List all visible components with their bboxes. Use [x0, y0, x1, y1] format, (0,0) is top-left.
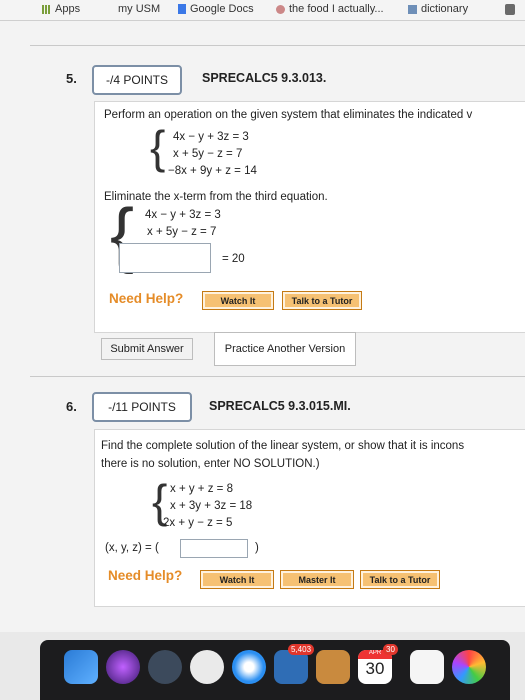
question-number: 5.: [66, 71, 77, 86]
answer-label: (x, y, z) = (: [105, 542, 159, 554]
equation: 4x − y + 3z = 3: [173, 131, 249, 143]
equation: x + 5y − z = 7: [147, 226, 217, 238]
dictionary-icon: [408, 4, 417, 14]
equation: x + 3y + 3z = 18: [170, 500, 253, 512]
finder-icon[interactable]: [64, 650, 98, 684]
need-help-label: Need Help?: [109, 291, 184, 306]
mail-icon[interactable]: [274, 650, 308, 684]
question-code: SPRECALC5 9.3.015.MI.: [209, 399, 351, 413]
question-number: 6.: [66, 399, 77, 414]
points-badge: -/11 POINTS: [92, 392, 192, 422]
bookmark-apps-label: Apps: [55, 3, 81, 15]
bookmark-dictionary-label: dictionary: [421, 3, 469, 15]
calendar-badge: 30: [383, 644, 398, 655]
divider: [30, 376, 525, 377]
photos-icon[interactable]: [452, 650, 486, 684]
watch-it-button[interactable]: Watch It: [200, 570, 274, 589]
page-content: 5. -/4 POINTS SPRECALC5 9.3.013. Perform…: [0, 21, 525, 632]
bookmark-google-docs[interactable]: Google Docs: [178, 3, 254, 15]
mail-badge: 5,403: [288, 644, 315, 655]
talk-to-tutor-button[interactable]: Talk to a Tutor: [282, 291, 362, 310]
launchpad-icon[interactable]: [148, 650, 182, 684]
points-badge: -/4 POINTS: [92, 65, 182, 95]
question-prompt-continued: there is no solution, enter NO SOLUTION.…: [101, 458, 320, 470]
submit-answer-button[interactable]: Submit Answer: [101, 338, 193, 360]
equation: 4x − y + 3z = 3: [145, 209, 221, 221]
equation: −8x + 9y + z = 14: [168, 165, 257, 177]
equation: x + y + z = 8: [170, 483, 233, 495]
reading-list-icon[interactable]: [505, 4, 515, 15]
watch-it-button[interactable]: Watch It: [202, 291, 274, 310]
question-prompt: Perform an operation on the given system…: [104, 109, 473, 121]
equation: 2x + y − z = 5: [163, 517, 233, 529]
bookmark-google-docs-label: Google Docs: [190, 3, 254, 15]
site-favicon-icon: [276, 4, 285, 14]
safari-icon[interactable]: [232, 650, 266, 684]
bookmarks-bar: Apps my USM Google Docs the food I actua…: [0, 0, 525, 21]
bookmark-food-label: the food I actually...: [289, 3, 384, 15]
divider: [30, 45, 525, 46]
bookmark-food[interactable]: the food I actually...: [276, 3, 384, 15]
instruction-text: Eliminate the x-term from the third equa…: [104, 191, 328, 203]
calendar-day: 30: [365, 659, 385, 678]
system-brace: {: [150, 121, 166, 173]
talk-to-tutor-button[interactable]: Talk to a Tutor: [360, 570, 440, 589]
practice-another-version-button[interactable]: Practice Another Version: [214, 332, 356, 366]
question-code: SPRECALC5 9.3.013.: [202, 71, 327, 85]
equation-rhs: = 20: [222, 253, 245, 265]
answer-close-paren: ): [255, 542, 259, 554]
bookmark-my-usm-label: my USM: [118, 3, 161, 15]
calendar-icon[interactable]: APR 30: [358, 650, 392, 684]
xyz-answer-input[interactable]: [180, 539, 248, 558]
third-equation-input[interactable]: [119, 243, 211, 273]
macos-dock: 5,403 APR 30 30: [40, 640, 510, 700]
reminders-icon[interactable]: [410, 650, 444, 684]
equation: x + 5y − z = 7: [173, 148, 243, 160]
contacts-icon[interactable]: [316, 650, 350, 684]
master-it-button[interactable]: Master It: [280, 570, 354, 589]
need-help-label: Need Help?: [108, 568, 183, 583]
google-docs-icon: [178, 4, 186, 14]
bookmark-my-usm[interactable]: my USM: [118, 3, 160, 15]
bookmark-dictionary[interactable]: dictionary: [408, 3, 468, 15]
siri-icon[interactable]: [106, 650, 140, 684]
question-prompt: Find the complete solution of the linear…: [101, 440, 465, 452]
apps-grid-icon: [42, 4, 51, 14]
chrome-icon[interactable]: [190, 650, 224, 684]
bookmark-apps[interactable]: Apps: [42, 3, 80, 15]
